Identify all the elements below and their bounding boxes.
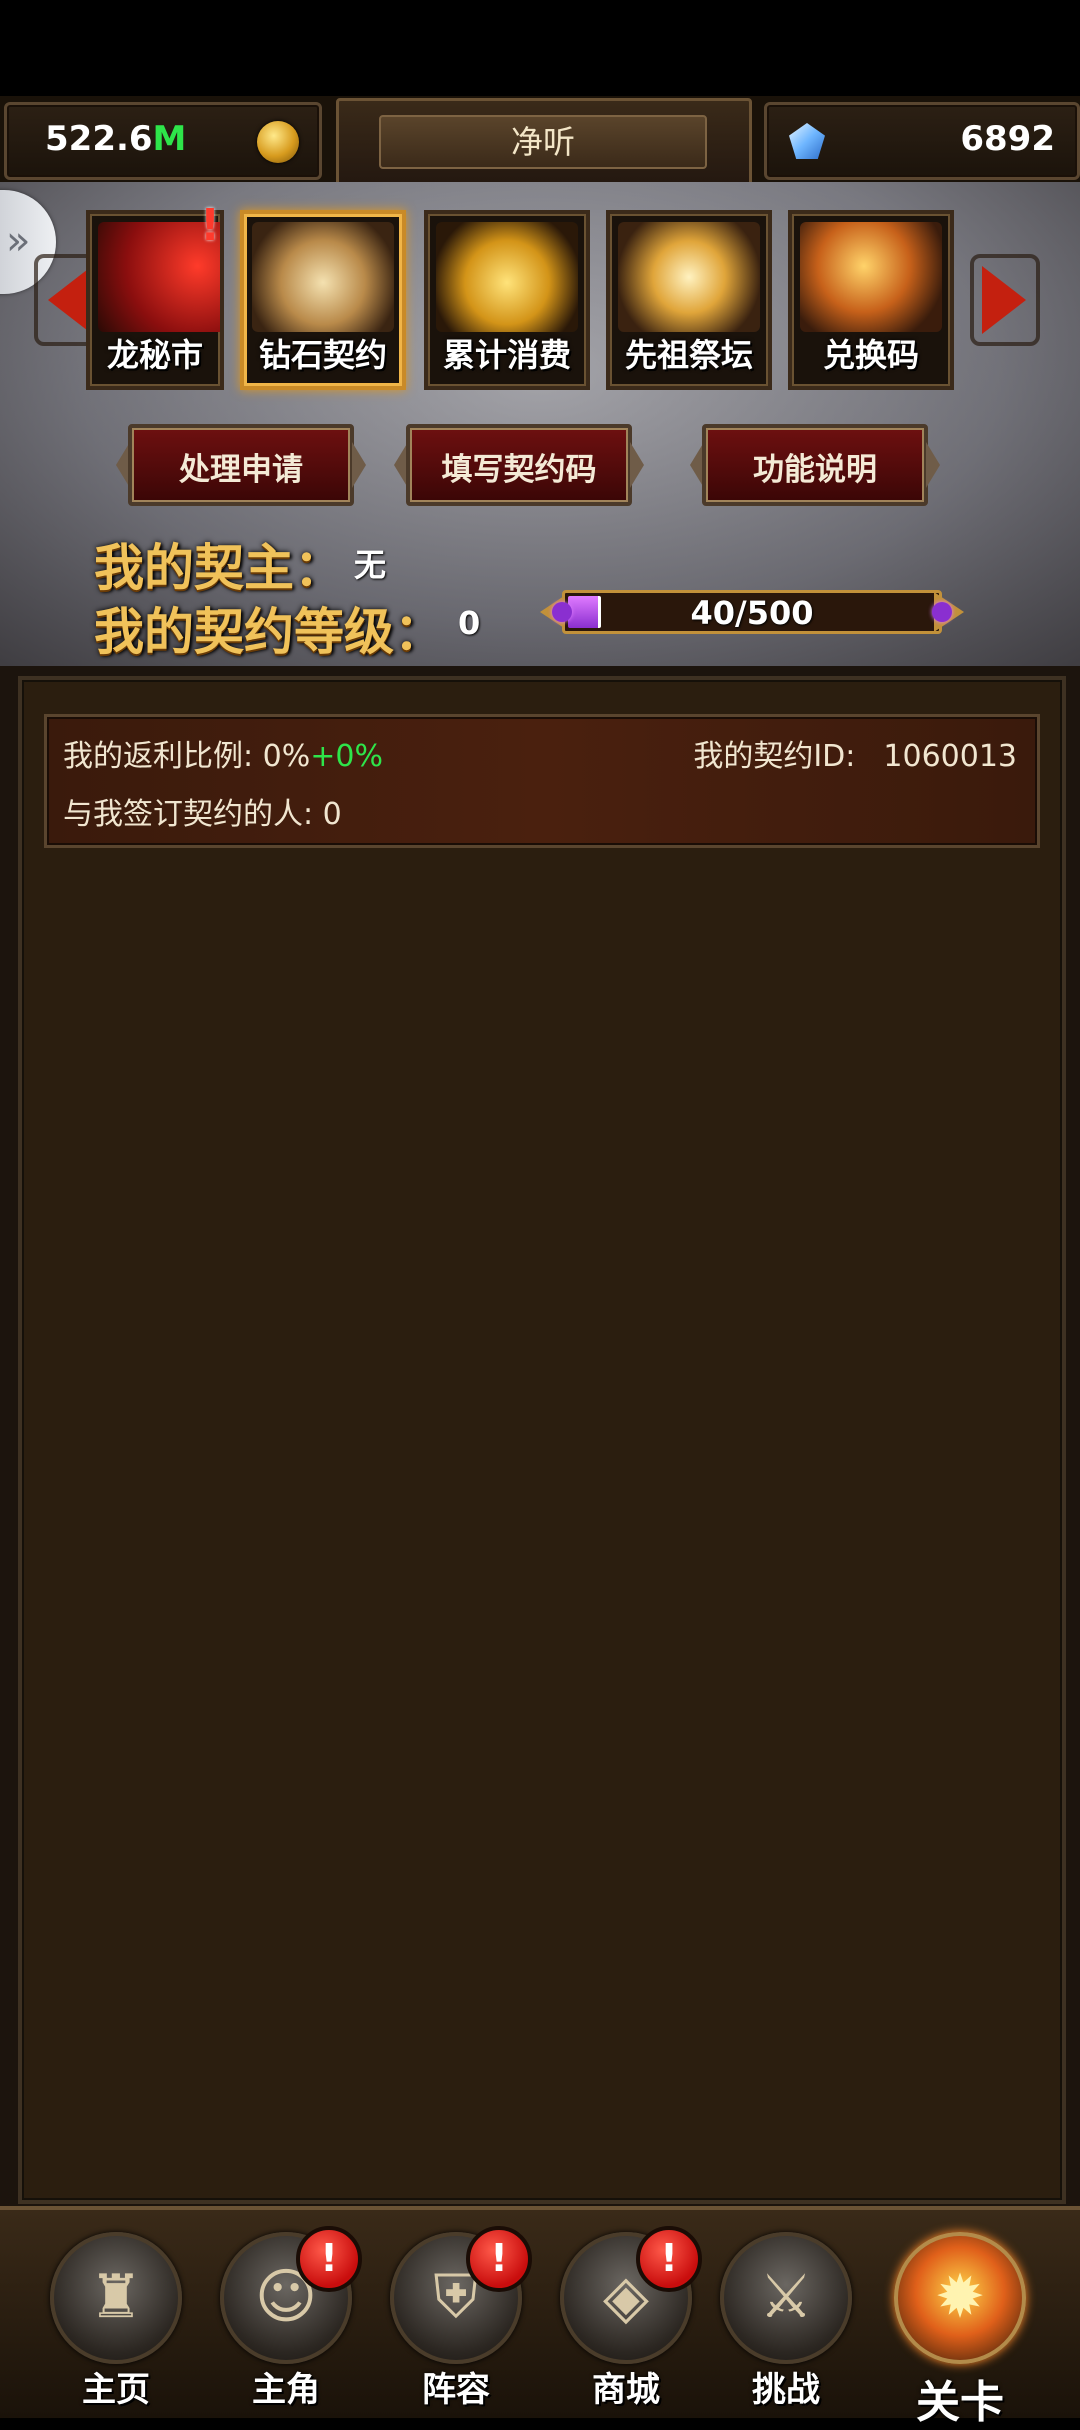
category-label: 先祖祭坛: [624, 336, 753, 374]
nav-label: 关卡: [916, 2377, 1004, 2428]
mute-button[interactable]: 净听: [336, 98, 752, 186]
nav-label: 商城: [592, 2370, 660, 2410]
rebate-bonus: +0%: [310, 739, 383, 774]
category-tile-redeem-code[interactable]: 兑换码: [788, 210, 954, 390]
alert-badge: !: [636, 2226, 702, 2292]
gold-unit: M: [152, 119, 187, 159]
contract-master-label: 我的契主：: [94, 539, 344, 597]
nav-home[interactable]: ♜ 主页: [36, 2232, 196, 2412]
redeem-code-icon: [800, 222, 942, 332]
nav-lineup[interactable]: ⛨ ! 阵容: [376, 2226, 536, 2412]
category-label: 龙秘市: [106, 336, 203, 374]
nav-challenge[interactable]: ⚔ 挑战: [706, 2232, 866, 2412]
scroll-right-button[interactable]: [970, 254, 1040, 346]
contract-info-box: 我的返利比例: 0%+0% 我的契约ID: 1060013 与我签订契约的人: 0: [44, 714, 1040, 848]
rebate-ratio-label: 我的返利比例: 0%: [63, 739, 311, 774]
currency-bar: 522.6M 净听 6892: [0, 96, 1080, 186]
signed-count: 与我签订契约的人: 0: [63, 797, 342, 832]
contract-master-value: 无: [354, 546, 387, 584]
ancestor-altar-icon: [618, 222, 760, 332]
alert-badge: !: [296, 2226, 362, 2292]
contract-content-panel: 我的返利比例: 0%+0% 我的契约ID: 1060013 与我签订契约的人: 0: [0, 666, 1080, 2206]
contract-header-panel: » 龙秘市 ! 钻石契约 累计消费 先祖祭坛 兑换码 处理申请 填写契约码 功能…: [0, 182, 1080, 666]
gold-coins-icon: [436, 222, 578, 332]
arrow-right-icon: [982, 266, 1026, 334]
button-label: 填写契约码: [441, 452, 597, 488]
crossed-axes-icon: ⚔: [720, 2232, 852, 2364]
progress-text: 40/500: [690, 594, 814, 632]
flaming-portal-icon: ✹: [894, 2232, 1026, 2364]
contract-id: 我的契约ID: 1060013: [693, 731, 1017, 775]
contract-level-label: 我的契约等级：: [94, 603, 444, 661]
nav-shop[interactable]: ◈ ! 商城: [546, 2226, 706, 2412]
contract-book-icon: [252, 222, 394, 332]
contract-level-value: 0: [458, 604, 481, 642]
nav-hero[interactable]: ☺ ! 主角: [206, 2226, 366, 2412]
alert-icon: !: [200, 200, 221, 251]
button-label: 处理申请: [179, 452, 303, 488]
gold-amount: 522.6M: [45, 119, 186, 159]
rebate-ratio: 我的返利比例: 0%+0%: [63, 731, 383, 775]
contract-list-area: 我的返利比例: 0%+0% 我的契约ID: 1060013 与我签订契约的人: 0: [18, 676, 1066, 2204]
category-tile-diamond-contract[interactable]: 钻石契约: [240, 210, 406, 390]
category-label: 累计消费: [442, 336, 571, 374]
gold-number: 522.6: [45, 119, 153, 159]
gold-coin-icon: [257, 121, 299, 163]
nav-stage[interactable]: ✹ 关卡: [880, 2232, 1040, 2428]
alert-badge: !: [466, 2226, 532, 2292]
castle-icon: ♜: [50, 2232, 182, 2364]
mute-label: 净听: [379, 115, 707, 169]
process-requests-button[interactable]: 处理申请: [116, 418, 366, 512]
category-tile-ancestor-altar[interactable]: 先祖祭坛: [606, 210, 772, 390]
contract-progress-bar: 40/500: [540, 584, 964, 640]
bottom-navigation: ♜ 主页 ☺ ! 主角 ⛨ ! 阵容 ◈ ! 商城 ⚔ 挑战 ✹ 关卡: [0, 2206, 1080, 2428]
gem-amount: 6892: [960, 119, 1055, 159]
button-label: 功能说明: [753, 452, 877, 488]
category-tile-cumulative-spend[interactable]: 累计消费: [424, 210, 590, 390]
help-button[interactable]: 功能说明: [690, 418, 940, 512]
fill-contract-code-button[interactable]: 填写契约码: [394, 418, 644, 512]
category-label: 钻石契约: [258, 336, 387, 374]
nav-label: 主页: [82, 2370, 150, 2410]
gem-display: 6892: [764, 102, 1080, 180]
nav-label: 主角: [252, 2370, 320, 2410]
nav-label: 阵容: [422, 2370, 490, 2410]
contract-id-label: 我的契约ID:: [693, 739, 856, 774]
double-chevron-icon: »: [6, 218, 31, 264]
gold-display: 522.6M: [4, 102, 322, 180]
contract-id-value: 1060013: [883, 739, 1017, 774]
nav-label: 挑战: [752, 2370, 820, 2410]
category-label: 兑换码: [822, 336, 919, 374]
diamond-icon: [789, 123, 825, 159]
